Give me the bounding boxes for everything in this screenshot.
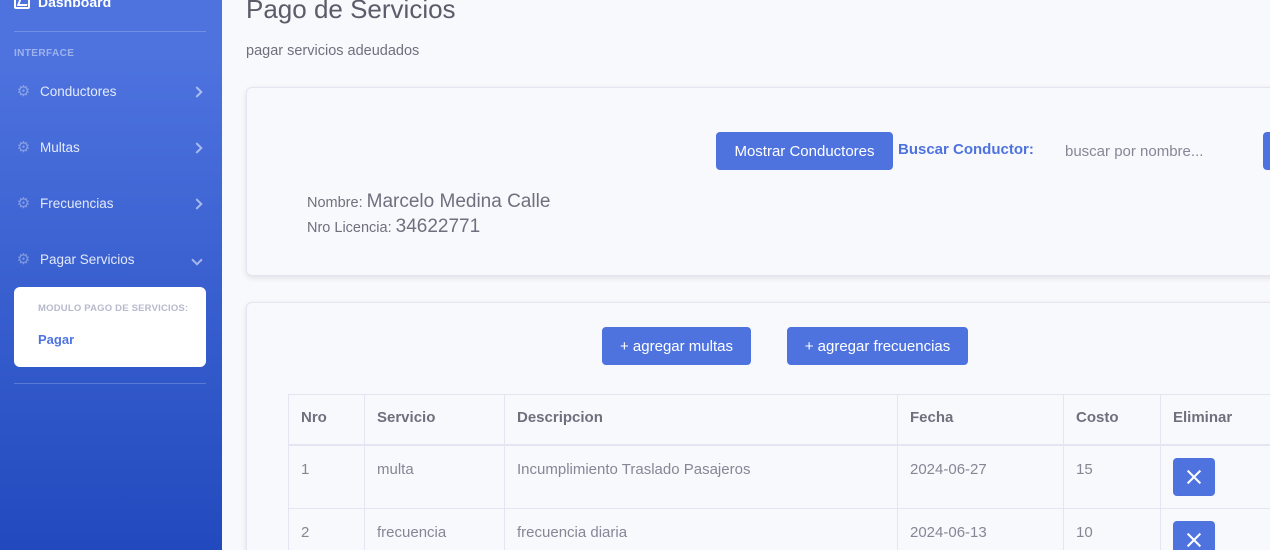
driver-license-value: 34622771 <box>395 216 481 237</box>
driver-search-card: Mostrar Conductores Buscar Conductor: No… <box>246 87 1270 276</box>
gear-icon: ⚙ <box>16 250 31 268</box>
search-input[interactable] <box>1053 132 1253 170</box>
cell-nro: 1 <box>288 444 365 509</box>
services-table: Nro Servicio Descripcion Fecha Costo Eli… <box>288 394 1270 550</box>
submenu-item-pagar[interactable]: Pagar <box>38 332 74 347</box>
sidebar-item-label: Dashboard <box>38 0 112 10</box>
gear-icon: ⚙ <box>16 194 31 212</box>
delete-row-button[interactable] <box>1173 521 1215 550</box>
driver-name-label: Nombre: <box>307 195 363 211</box>
gear-icon: ⚙ <box>16 82 31 100</box>
add-frecuencias-button[interactable]: + agregar frecuencias <box>787 327 968 365</box>
column-header: Nro <box>288 394 365 446</box>
search-driver-label: Buscar Conductor: <box>898 141 1034 158</box>
table-row: 1 multa Incumplimiento Traslado Pasajero… <box>288 444 1270 509</box>
column-header: Costo <box>1063 394 1161 446</box>
sidebar-item-multas[interactable]: ⚙ Multas <box>0 127 222 167</box>
gear-icon: ⚙ <box>16 138 31 156</box>
driver-license: Nro Licencia: 34622771 <box>307 216 480 238</box>
sidebar-divider <box>14 31 206 32</box>
chevron-right-icon <box>191 139 203 155</box>
cell-costo: 15 <box>1063 444 1161 509</box>
column-header: Eliminar <box>1160 394 1270 446</box>
cell-eliminar <box>1160 444 1270 509</box>
table-row: 2 frecuencia frecuencia diaria 2024-06-1… <box>288 508 1270 550</box>
cell-descripcion: Incumplimiento Traslado Pasajeros <box>504 444 898 509</box>
chevron-down-icon <box>191 251 203 267</box>
sidebar-divider <box>14 383 206 384</box>
driver-license-label: Nro Licencia: <box>307 220 392 236</box>
cell-fecha: 2024-06-13 <box>897 508 1064 550</box>
delete-row-button[interactable] <box>1173 457 1215 496</box>
services-card: + agregar multas + agregar frecuencias N… <box>246 302 1270 550</box>
show-drivers-button[interactable]: Mostrar Conductores <box>716 132 893 170</box>
submenu-heading: MODULO PAGO DE SERVICIOS: <box>38 303 189 314</box>
sidebar-item-frecuencias[interactable]: ⚙ Frecuencias <box>0 183 222 223</box>
sidebar-item-label: Frecuencias <box>40 195 114 211</box>
close-icon <box>1186 532 1202 548</box>
chevron-right-icon <box>191 83 203 99</box>
sidebar-submenu: MODULO PAGO DE SERVICIOS: Pagar <box>14 287 206 367</box>
page-title: Pago de Servicios <box>246 0 456 24</box>
column-header: Fecha <box>897 394 1064 446</box>
sidebar-item-dashboard[interactable]: Dashboard <box>14 0 111 12</box>
sidebar-item-label: Multas <box>40 139 80 155</box>
sidebar-item-pagar-servicios[interactable]: ⚙ Pagar Servicios <box>0 239 222 279</box>
cell-nro: 2 <box>288 508 365 550</box>
driver-name: Nombre: Marcelo Medina Calle <box>307 191 550 213</box>
cell-eliminar <box>1160 508 1270 550</box>
cell-descripcion: frecuencia diaria <box>504 508 898 550</box>
sidebar-item-label: Pagar Servicios <box>40 251 135 267</box>
dashboard-icon <box>14 0 30 9</box>
sidebar-item-label: Conductores <box>40 83 117 99</box>
cell-servicio: multa <box>364 444 505 509</box>
add-multas-button[interactable]: + agregar multas <box>602 327 751 365</box>
chevron-right-icon <box>191 195 203 211</box>
column-header: Descripcion <box>504 394 898 446</box>
cell-servicio: frecuencia <box>364 508 505 550</box>
search-button[interactable] <box>1263 132 1270 170</box>
cell-costo: 10 <box>1063 508 1161 550</box>
sidebar-heading: INTERFACE <box>14 48 75 59</box>
sidebar: Dashboard INTERFACE ⚙ Conductores ⚙ Mult… <box>0 0 222 550</box>
sidebar-item-conductores[interactable]: ⚙ Conductores <box>0 71 222 111</box>
table-header-row: Nro Servicio Descripcion Fecha Costo Eli… <box>288 394 1270 446</box>
close-icon <box>1186 469 1202 485</box>
column-header: Servicio <box>364 394 505 446</box>
page-subtitle: pagar servicios adeudados <box>246 43 420 59</box>
driver-name-value: Marcelo Medina Calle <box>366 191 551 212</box>
cell-fecha: 2024-06-27 <box>897 444 1064 509</box>
